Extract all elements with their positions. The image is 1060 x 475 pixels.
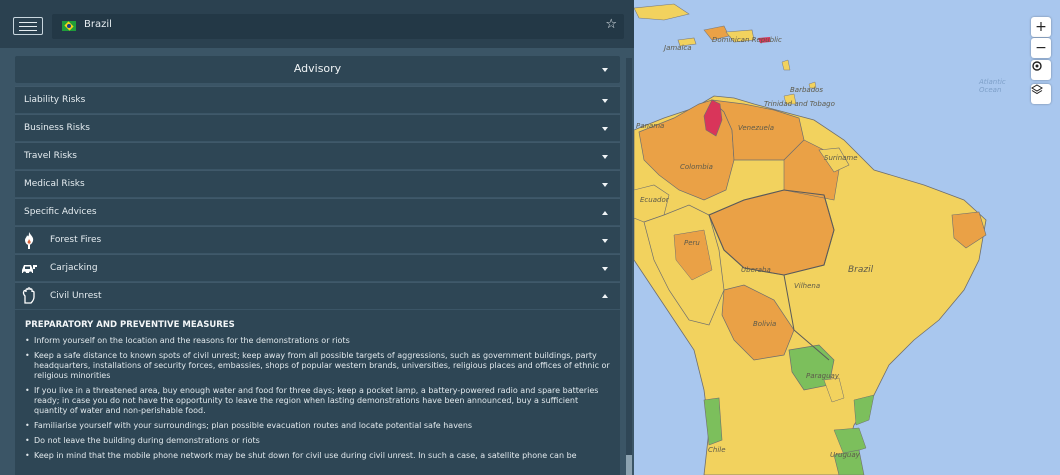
advice-carjacking[interactable]: Carjacking — [15, 254, 620, 281]
advice-content: PREPARATORY AND PREVENTIVE MEASURES Info… — [15, 310, 620, 475]
map-label-chile: Chile — [708, 446, 726, 454]
chevron-down-icon — [602, 127, 608, 131]
map-label-uruguay: Uruguay — [830, 451, 860, 459]
section-liability-risks[interactable]: Liability Risks — [15, 86, 620, 113]
section-business-risks[interactable]: Business Risks — [15, 114, 620, 141]
map-label-ecuador: Ecuador — [640, 196, 669, 204]
chevron-up-icon — [602, 294, 608, 298]
map-label-atlantic: Atlantic Ocean — [979, 78, 1006, 94]
menu-button[interactable] — [13, 17, 43, 35]
map-label-vilhena: Vilhena — [794, 282, 821, 290]
advisory-panel: Brazil ☆ Advisory Liability Risks Busine… — [0, 0, 634, 475]
section-travel-risks[interactable]: Travel Risks — [15, 142, 620, 169]
advisory-header[interactable]: Advisory — [15, 56, 620, 83]
list-item: If you live in a threatened area, buy en… — [25, 386, 610, 416]
section-label: Business Risks — [24, 123, 90, 133]
chevron-down-icon — [602, 68, 608, 72]
section-specific-advices[interactable]: Specific Advices — [15, 198, 620, 225]
chevron-down-icon — [602, 183, 608, 187]
list-item: Do not leave the building during demonst… — [25, 436, 610, 446]
advice-civil-unrest[interactable]: Civil Unrest — [15, 282, 620, 309]
map-label-suriname: Suriname — [824, 154, 858, 162]
locate-button[interactable] — [1031, 60, 1051, 80]
risk-map[interactable]: Dominican Republic Jamaica Barbados Trin… — [634, 0, 1060, 475]
carjacking-icon — [20, 259, 38, 277]
map-label-colombia: Colombia — [680, 163, 713, 171]
section-label: Medical Risks — [24, 179, 85, 189]
map-label-peru: Peru — [684, 239, 700, 247]
map-label-bolivia: Bolivia — [753, 320, 777, 328]
content-title: PREPARATORY AND PREVENTIVE MEASURES — [25, 320, 235, 330]
chevron-down-icon — [602, 99, 608, 103]
chevron-down-icon — [602, 239, 608, 243]
favorite-star-icon[interactable]: ☆ — [605, 17, 617, 32]
map-label-brazil: Brazil — [848, 265, 874, 275]
target-icon — [1032, 61, 1042, 71]
advice-forest-fires[interactable]: Forest Fires — [15, 226, 620, 253]
section-label: Specific Advices — [24, 207, 97, 217]
list-item: Familiarise yourself with your surroundi… — [25, 421, 610, 431]
map-label-barbados: Barbados — [790, 86, 824, 94]
zoom-in-button[interactable]: + — [1031, 17, 1051, 37]
map-label-panama: Panama — [636, 122, 665, 130]
chevron-up-icon — [602, 211, 608, 215]
brazil-flag-icon — [62, 21, 76, 31]
list-item: Keep in mind that the mobile phone netwo… — [25, 451, 610, 461]
advice-bullet-list: Inform yourself on the location and the … — [25, 336, 610, 461]
map-canvas — [634, 3, 987, 475]
chevron-down-icon — [602, 267, 608, 271]
country-name: Brazil — [84, 19, 112, 30]
layers-icon — [1031, 84, 1043, 95]
map-label-jamaica: Jamaica — [664, 44, 692, 52]
zoom-out-button[interactable]: − — [1031, 38, 1051, 58]
advice-label: Forest Fires — [50, 235, 102, 245]
advice-label: Carjacking — [50, 263, 98, 273]
list-item: Keep a safe distance to known spots of c… — [25, 351, 610, 381]
country-selector[interactable]: Brazil ☆ — [52, 14, 624, 39]
section-label: Liability Risks — [24, 95, 86, 105]
layers-button[interactable] — [1031, 84, 1051, 104]
map-label-uberaba: Uberaba — [741, 266, 771, 274]
map-label-dominican: Dominican Republic — [712, 36, 782, 44]
scrollbar-track[interactable] — [626, 58, 632, 475]
map-label-venezuela: Venezuela — [738, 124, 775, 132]
scrollbar-thumb[interactable] — [626, 455, 632, 475]
chevron-down-icon — [602, 155, 608, 159]
civil-unrest-icon — [20, 287, 38, 305]
list-item: Inform yourself on the location and the … — [25, 336, 610, 346]
advice-label: Civil Unrest — [50, 291, 102, 301]
map-label-trinidad: Trinidad and Tobago — [764, 100, 835, 108]
advisory-title: Advisory — [293, 62, 342, 75]
map-label-paraguay: Paraguay — [806, 372, 839, 380]
section-label: Travel Risks — [24, 151, 77, 161]
top-bar: Brazil ☆ — [0, 0, 634, 48]
fire-icon — [20, 231, 38, 249]
section-medical-risks[interactable]: Medical Risks — [15, 170, 620, 197]
